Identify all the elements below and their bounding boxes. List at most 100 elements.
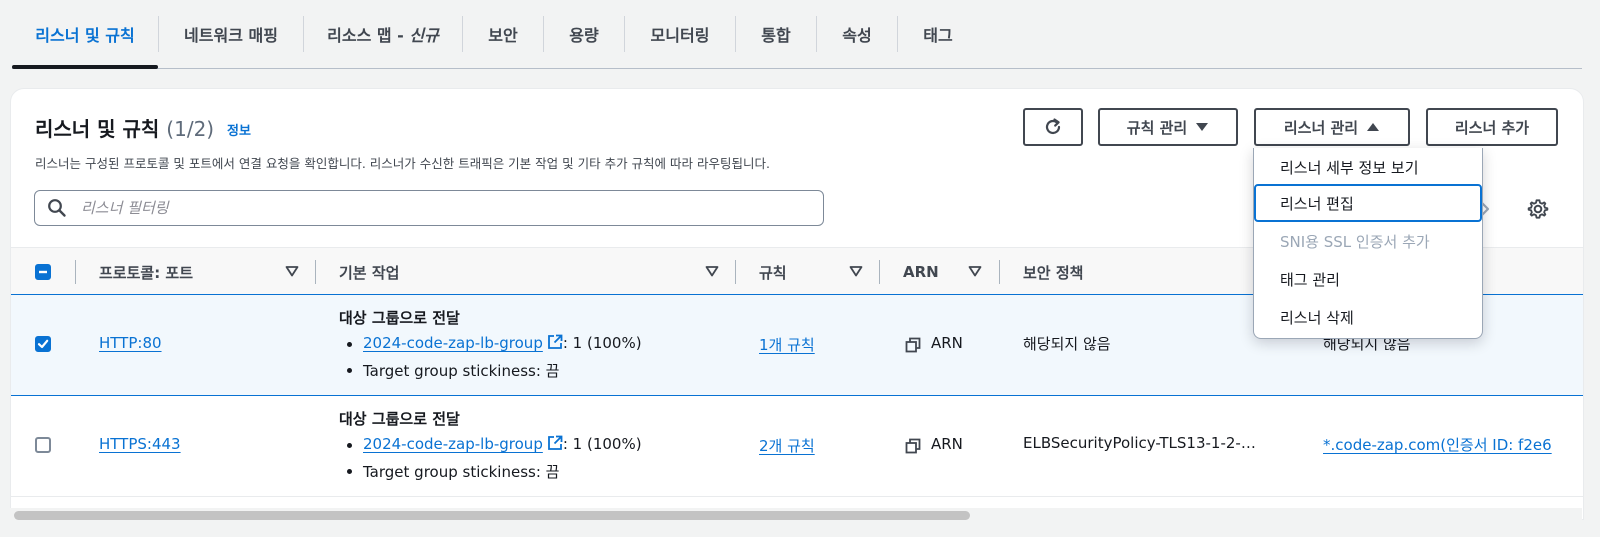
row-checkbox[interactable] — [35, 437, 51, 453]
manage-listener-menu: 리스너 세부 정보 보기 리스너 편집 SNI용 SSL 인증서 추가 태그 관… — [1253, 148, 1483, 339]
tab-tags[interactable]: 태그 — [898, 0, 978, 68]
bullet-dot — [347, 469, 352, 474]
manage-listener-label: 리스너 관리 — [1283, 118, 1359, 137]
manage-rules-label: 규칙 관리 — [1126, 118, 1188, 137]
menu-item-label: 리스너 편집 — [1280, 194, 1354, 213]
header-protocol-port[interactable]: 프로토콜: 포트 — [99, 248, 193, 296]
panel-title: 리스너 및 규칙 (1/2) — [35, 113, 214, 142]
tab-label: 통합 — [761, 26, 791, 45]
tab-label: 용량 — [569, 26, 599, 45]
sort-icon[interactable] — [285, 264, 299, 278]
checkmark-icon — [37, 339, 49, 349]
caret-up-icon — [1367, 123, 1380, 131]
tab-label: 리스너 및 규칙 — [35, 26, 135, 45]
filter-input[interactable] — [79, 198, 823, 218]
refresh-button[interactable] — [1023, 108, 1083, 146]
tab-monitoring[interactable]: 모니터링 — [625, 0, 735, 68]
arn-text: ARN — [931, 334, 963, 352]
tab-label: 리소스 맵 - — [327, 26, 410, 45]
tab-label: 모니터링 — [650, 26, 710, 45]
menu-item-label: 태그 관리 — [1280, 270, 1340, 289]
tabs-underline — [12, 68, 1582, 69]
protocol-port-link[interactable]: HTTPS:443 — [99, 435, 181, 453]
caret-down-icon — [1196, 123, 1209, 131]
copy-icon[interactable] — [905, 438, 921, 454]
tab-resource-map[interactable]: 리소스 맵 - 신규 — [304, 0, 462, 68]
panel-description: 리스너는 구성된 프로토콜 및 포트에서 연결 요청을 확인합니다. 리스너가 … — [35, 156, 770, 171]
security-policy-text: 해당되지 않음 — [1023, 335, 1111, 353]
search-icon — [48, 199, 66, 217]
target-group-link[interactable]: 2024-code-zap-lb-group — [363, 334, 543, 352]
tab-security[interactable]: 보안 — [463, 0, 543, 68]
active-tab-indicator — [12, 65, 158, 69]
rules-link[interactable]: 1개 규칙 — [759, 334, 815, 355]
header-default-action[interactable]: 기본 작업 — [339, 248, 399, 296]
tab-label: 속성 — [842, 26, 872, 45]
sort-icon[interactable] — [705, 264, 719, 278]
manage-listener-button[interactable]: 리스너 관리 — [1254, 108, 1410, 146]
rules-link[interactable]: 2개 규칙 — [759, 435, 815, 456]
add-listener-button[interactable]: 리스너 추가 — [1426, 108, 1558, 146]
protocol-port-link[interactable]: HTTP:80 — [99, 334, 162, 352]
scrollbar-thumb[interactable] — [14, 511, 970, 520]
column-divider — [879, 260, 880, 284]
add-listener-label: 리스너 추가 — [1454, 118, 1530, 137]
tab-label: 태그 — [923, 26, 953, 45]
target-group-line: 2024-code-zap-lb-group : 1 (100%) — [363, 435, 642, 453]
sort-icon[interactable] — [968, 264, 982, 278]
manage-rules-button[interactable]: 규칙 관리 — [1098, 108, 1238, 146]
select-all-checkbox[interactable] — [35, 264, 51, 280]
tab-network-mapping[interactable]: 네트워크 매핑 — [159, 0, 303, 68]
menu-item-delete-listener[interactable]: 리스너 삭제 — [1254, 298, 1482, 336]
tab-integrations[interactable]: 통합 — [736, 0, 816, 68]
panel-title-text: 리스너 및 규칙 — [35, 117, 160, 141]
column-divider — [999, 260, 1000, 284]
gear-icon[interactable] — [1527, 198, 1549, 220]
row-checkbox[interactable] — [35, 336, 51, 352]
table-row[interactable]: HTTPS:443 대상 그룹으로 전달 2024-code-zap-lb-gr… — [11, 396, 1583, 497]
external-link-icon[interactable] — [547, 435, 563, 451]
stickiness-text: Target group stickiness: 끔 — [363, 463, 560, 481]
bullet-dot — [347, 342, 352, 347]
action-title: 대상 그룹으로 전달 — [339, 410, 460, 428]
filter-box — [34, 190, 824, 226]
target-group-line: 2024-code-zap-lb-group : 1 (100%) — [363, 334, 642, 352]
copy-icon[interactable] — [905, 337, 921, 353]
tab-bar: 리스너 및 규칙 네트워크 매핑 리소스 맵 - 신규 보안 용량 모니터링 통… — [0, 0, 1582, 70]
tab-capacity[interactable]: 용량 — [544, 0, 624, 68]
target-group-link[interactable]: 2024-code-zap-lb-group — [363, 435, 543, 453]
menu-item-add-sni-cert: SNI용 SSL 인증서 추가 — [1254, 222, 1482, 260]
header-rules[interactable]: 규칙 — [759, 248, 787, 296]
menu-item-view-details[interactable]: 리스너 세부 정보 보기 — [1254, 148, 1482, 186]
column-divider — [75, 260, 76, 284]
header-security-policy[interactable]: 보안 정책 — [1023, 248, 1083, 296]
external-link-icon[interactable] — [547, 334, 563, 350]
tab-label: 보안 — [488, 26, 518, 45]
menu-item-label: 리스너 세부 정보 보기 — [1280, 158, 1419, 177]
sort-icon[interactable] — [849, 264, 863, 278]
tab-new-badge: 신규 — [409, 26, 439, 45]
menu-item-label: 리스너 삭제 — [1280, 308, 1354, 327]
menu-item-manage-tags[interactable]: 태그 관리 — [1254, 260, 1482, 298]
menu-item-label: SNI용 SSL 인증서 추가 — [1280, 232, 1430, 251]
info-link[interactable]: 정보 — [227, 120, 251, 139]
menu-item-edit-listener[interactable]: 리스너 편집 — [1254, 184, 1482, 222]
certificate-link[interactable]: *.code-zap.com(인증서 ID: f2e6 — [1323, 434, 1552, 455]
target-weight: : 1 (100%) — [562, 435, 642, 453]
refresh-icon — [1045, 118, 1061, 135]
header-arn[interactable]: ARN — [903, 248, 939, 296]
indeterminate-icon — [39, 270, 47, 274]
stickiness-text: Target group stickiness: 끔 — [363, 362, 560, 380]
tab-label: 네트워크 매핑 — [184, 26, 278, 45]
tab-listeners-rules[interactable]: 리스너 및 규칙 — [12, 0, 158, 68]
action-title: 대상 그룹으로 전달 — [339, 309, 460, 327]
column-divider — [315, 260, 316, 284]
panel-count: (1/2) — [166, 117, 215, 141]
tab-attributes[interactable]: 속성 — [817, 0, 897, 68]
bullet-dot — [347, 443, 352, 448]
target-weight: : 1 (100%) — [562, 334, 642, 352]
security-policy-text: ELBSecurityPolicy-TLS13-1-2-… — [1023, 434, 1256, 452]
column-divider — [735, 260, 736, 284]
arn-text: ARN — [931, 435, 963, 453]
bullet-dot — [347, 368, 352, 373]
